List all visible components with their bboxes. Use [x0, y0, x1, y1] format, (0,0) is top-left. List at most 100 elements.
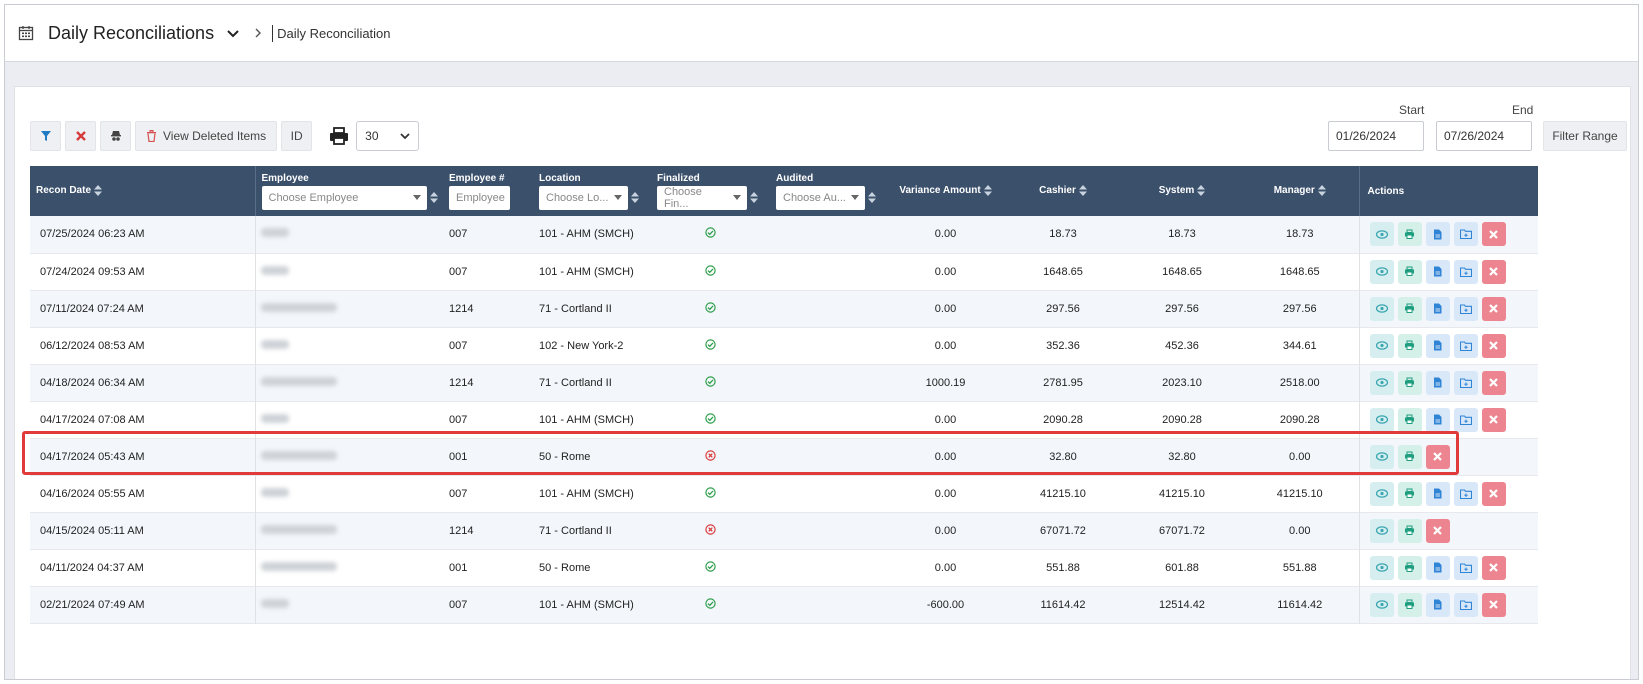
location-filter-select[interactable]: Choose Lo...	[539, 185, 628, 210]
print-button[interactable]	[1397, 259, 1422, 284]
view-button[interactable]	[1369, 444, 1394, 469]
location-cell: 71 - Cortland II	[539, 376, 612, 389]
view-button[interactable]	[1369, 481, 1394, 506]
sort-icon[interactable]	[750, 192, 758, 203]
folder-button[interactable]	[1453, 333, 1478, 358]
print-button[interactable]	[1397, 481, 1422, 506]
table-row[interactable]: 04/17/2024 05:43 AM 001 50 - Rome 0.00 32.80…	[30, 438, 1538, 475]
folder-button[interactable]	[1453, 296, 1478, 321]
col-cashier[interactable]: Cashier	[1003, 166, 1123, 216]
table-row[interactable]: 04/16/2024 05:55 AM 007 101 - AHM (SMCH) 0.…	[30, 475, 1538, 512]
folder-button[interactable]	[1453, 222, 1478, 247]
view-button[interactable]	[1369, 296, 1394, 321]
folder-button[interactable]	[1453, 407, 1478, 432]
start-date-input[interactable]: 01/26/2024	[1328, 121, 1424, 151]
table-row[interactable]: 02/21/2024 07:49 AM 007 101 - AHM (SMCH) -6…	[30, 586, 1538, 623]
table-row[interactable]: 04/17/2024 07:08 AM 007 101 - AHM (SMCH) 0.…	[30, 401, 1538, 438]
table-row[interactable]: 04/15/2024 05:11 AM 1214 71 - Cortland II 0…	[30, 512, 1538, 549]
view-button[interactable]	[1369, 592, 1394, 617]
document-button[interactable]	[1425, 333, 1450, 358]
page-size-select[interactable]: 30	[356, 121, 420, 151]
sort-icon[interactable]	[429, 192, 438, 203]
delete-button[interactable]	[1425, 518, 1450, 543]
delete-button[interactable]	[1481, 222, 1506, 247]
document-button[interactable]	[1425, 259, 1450, 284]
finalized-cell	[657, 512, 776, 549]
delete-button[interactable]	[1481, 259, 1506, 284]
document-button[interactable]	[1425, 222, 1450, 247]
print-button[interactable]	[1397, 296, 1422, 321]
recon-date-cell: 04/16/2024 05:55 AM	[40, 487, 145, 500]
view-button[interactable]	[1369, 333, 1394, 358]
clear-filter-button[interactable]	[65, 121, 96, 151]
view-button[interactable]	[1369, 259, 1394, 284]
delete-button[interactable]	[1481, 333, 1506, 358]
document-button[interactable]	[1425, 296, 1450, 321]
sort-icon[interactable]	[868, 192, 876, 203]
print-button[interactable]	[1397, 407, 1422, 432]
recon-date-cell: 02/21/2024 07:49 AM	[40, 598, 145, 611]
audited-cell	[776, 216, 888, 253]
print-button[interactable]	[1397, 333, 1422, 358]
end-date-input[interactable]: 07/26/2024	[1436, 121, 1532, 151]
delete-button[interactable]	[1481, 370, 1506, 395]
document-button[interactable]	[1425, 481, 1450, 506]
view-button[interactable]	[1369, 518, 1394, 543]
incognito-button[interactable]	[100, 121, 131, 151]
col-system[interactable]: System	[1123, 166, 1241, 216]
employee-filter-select[interactable]: Choose Employee	[261, 185, 427, 210]
document-button[interactable]	[1425, 555, 1450, 580]
delete-button[interactable]	[1425, 444, 1450, 469]
chevron-down-icon[interactable]	[226, 26, 240, 40]
delete-button[interactable]	[1481, 296, 1506, 321]
folder-button[interactable]	[1453, 370, 1478, 395]
delete-button[interactable]	[1481, 555, 1506, 580]
view-button[interactable]	[1369, 370, 1394, 395]
sort-icon[interactable]	[631, 192, 639, 203]
delete-button[interactable]	[1481, 407, 1506, 432]
employee-num-cell: 1214	[449, 302, 474, 315]
audited-filter-select[interactable]: Choose Au...	[776, 185, 865, 210]
finalized-filter-select[interactable]: Choose Fin...	[657, 185, 747, 210]
table-row[interactable]: 06/12/2024 08:53 AM 007 102 - New York-2 0.…	[30, 327, 1538, 364]
view-button[interactable]	[1369, 222, 1394, 247]
eye-icon	[1375, 563, 1388, 572]
sort-icon	[94, 185, 103, 197]
filter-range-button[interactable]: Filter Range	[1543, 121, 1627, 151]
view-deleted-button[interactable]: View Deleted Items	[135, 121, 278, 151]
folder-button[interactable]	[1453, 592, 1478, 617]
page-title[interactable]: Daily Reconciliations	[48, 23, 214, 44]
print-button[interactable]	[1397, 444, 1422, 469]
delete-button[interactable]	[1481, 481, 1506, 506]
employee-num-filter-input[interactable]: Employee	[449, 185, 510, 210]
view-button[interactable]	[1369, 555, 1394, 580]
location-cell: 102 - New York-2	[539, 339, 624, 352]
table-row[interactable]: 07/11/2024 07:24 AM 1214 71 - Cortland II 0…	[30, 290, 1538, 327]
check-circle-icon	[705, 264, 716, 276]
print-button[interactable]	[1397, 555, 1422, 580]
folder-button[interactable]	[1453, 555, 1478, 580]
document-button[interactable]	[1425, 592, 1450, 617]
print-icon[interactable]	[328, 125, 350, 147]
employee-cell	[254, 290, 449, 327]
print-button[interactable]	[1397, 518, 1422, 543]
print-button[interactable]	[1397, 222, 1422, 247]
table-row[interactable]: 04/11/2024 04:37 AM 001 50 - Rome 0.00 551.8…	[30, 549, 1538, 586]
table-row[interactable]: 07/25/2024 06:23 AM 007 101 - AHM (SMCH) 0.…	[30, 216, 1538, 253]
filter-button[interactable]	[30, 121, 61, 151]
col-manager[interactable]: Manager	[1241, 166, 1359, 216]
table-row[interactable]: 07/24/2024 09:53 AM 007 101 - AHM (SMCH) 0.…	[30, 253, 1538, 290]
delete-button[interactable]	[1481, 592, 1506, 617]
folder-button[interactable]	[1453, 259, 1478, 284]
system-cell: 41215.10	[1159, 487, 1205, 500]
folder-button[interactable]	[1453, 481, 1478, 506]
id-button[interactable]: ID	[281, 121, 313, 151]
col-recon-date[interactable]: Recon Date	[30, 166, 255, 216]
col-variance[interactable]: Variance Amount	[888, 166, 1003, 216]
document-button[interactable]	[1425, 370, 1450, 395]
print-button[interactable]	[1397, 592, 1422, 617]
document-button[interactable]	[1425, 407, 1450, 432]
view-button[interactable]	[1369, 407, 1394, 432]
table-row[interactable]: 04/18/2024 06:34 AM 1214 71 - Cortland II 1…	[30, 364, 1538, 401]
print-button[interactable]	[1397, 370, 1422, 395]
